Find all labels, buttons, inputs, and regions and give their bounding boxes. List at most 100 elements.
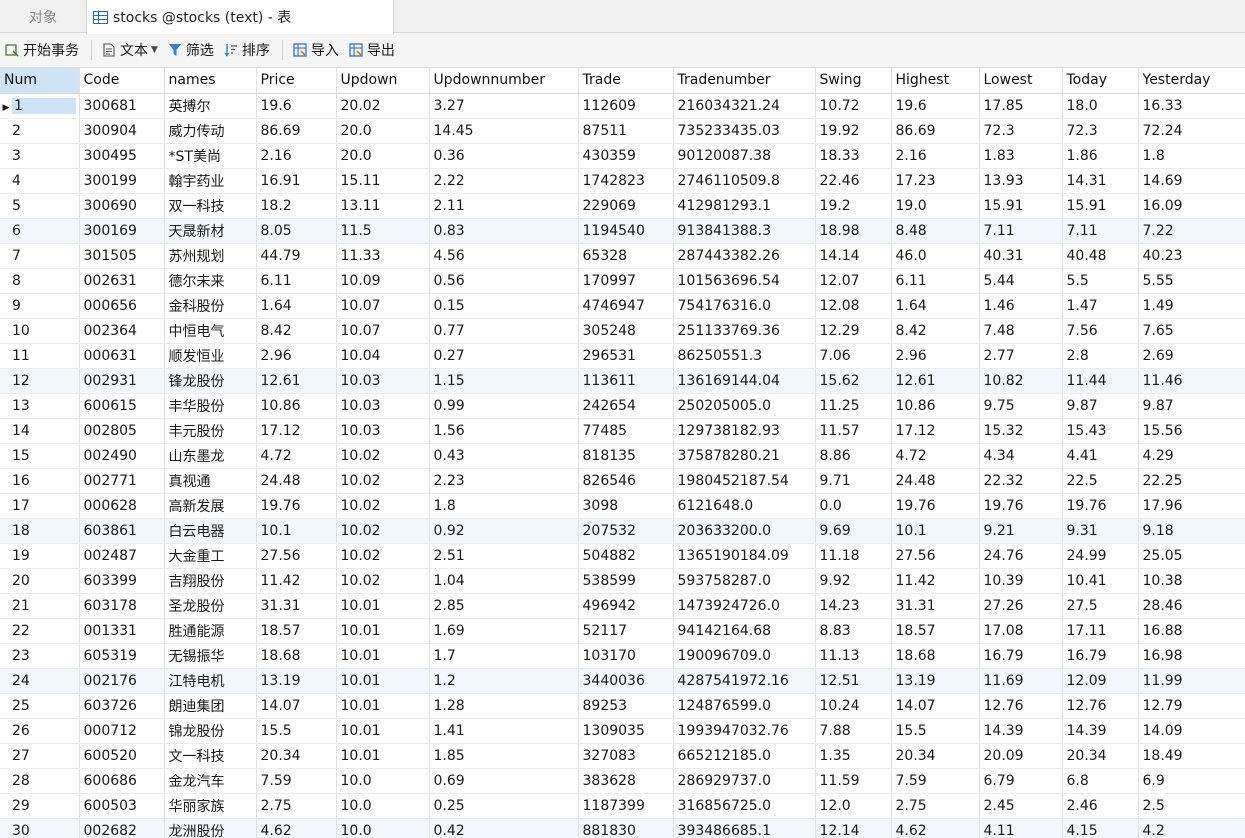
table-cell[interactable]: 7.88 <box>815 718 892 744</box>
table-cell[interactable]: 002631 <box>79 268 165 294</box>
begin-transaction-button[interactable]: 开始事务 <box>5 40 79 60</box>
table-cell[interactable]: 15 <box>0 443 80 469</box>
table-cell[interactable]: 12.61 <box>891 368 980 394</box>
table-cell[interactable]: 17.12 <box>256 418 337 444</box>
table-cell[interactable]: 10.03 <box>336 418 430 444</box>
table-cell[interactable]: 2.22 <box>429 168 579 194</box>
table-cell[interactable]: 4.72 <box>891 443 980 469</box>
table-cell[interactable]: 2.45 <box>979 793 1063 819</box>
table-row[interactable]: 13 600615 丰华股份 10.86 10.03 0.99 242654 25020500… <box>0 393 1245 419</box>
table-cell[interactable]: 1.35 <box>815 743 892 769</box>
table-cell[interactable]: 3098 <box>578 493 674 519</box>
table-cell[interactable]: 16.33 <box>1138 93 1245 119</box>
tab-objects[interactable]: 对象 <box>0 0 86 33</box>
table-cell[interactable]: 16.91 <box>256 168 337 194</box>
table-cell[interactable]: 136169144.04 <box>673 368 816 394</box>
table-cell[interactable]: 9.92 <box>815 568 892 594</box>
table-cell[interactable]: 4.15 <box>1062 818 1139 838</box>
table-cell[interactable]: 0.99 <box>429 393 579 419</box>
table-cell[interactable]: 22.32 <box>979 468 1063 494</box>
table-cell[interactable]: 1.28 <box>429 693 579 719</box>
table-cell[interactable]: 22.46 <box>815 168 892 194</box>
table-cell[interactable]: 9.71 <box>815 468 892 494</box>
table-cell[interactable]: 2.11 <box>429 193 579 219</box>
table-cell[interactable]: 12.61 <box>256 368 337 394</box>
table-cell[interactable]: 13.93 <box>979 168 1063 194</box>
table-cell[interactable]: 10.04 <box>336 343 430 369</box>
import-button[interactable]: 导入 <box>293 40 339 60</box>
table-cell[interactable]: 1.49 <box>1138 293 1245 319</box>
table-cell[interactable]: 22 <box>0 618 80 644</box>
data-grid[interactable]: Num Code names Price Updown Updownnumber Trade… <box>0 68 1245 838</box>
table-cell[interactable]: 16.09 <box>1138 193 1245 219</box>
table-cell[interactable]: 6.79 <box>979 768 1063 794</box>
column-header-tradenumber[interactable]: Tradenumber <box>673 68 816 94</box>
table-cell[interactable]: 10.01 <box>336 693 430 719</box>
table-cell[interactable]: 10.39 <box>979 568 1063 594</box>
table-cell[interactable]: 7.11 <box>979 218 1063 244</box>
table-cell[interactable]: 4.29 <box>1138 443 1245 469</box>
table-cell[interactable]: 12.29 <box>815 318 892 344</box>
table-cell[interactable]: 0.56 <box>429 268 579 294</box>
table-cell[interactable]: 10.1 <box>256 518 337 544</box>
table-cell[interactable]: 77485 <box>578 418 674 444</box>
table-cell[interactable]: 6.11 <box>256 268 337 294</box>
table-cell[interactable]: 1.2 <box>429 668 579 694</box>
table-cell[interactable]: 22.5 <box>1062 468 1139 494</box>
table-cell[interactable]: 8 <box>0 268 80 294</box>
table-cell[interactable]: 20.34 <box>1062 743 1139 769</box>
table-cell[interactable]: 1187399 <box>578 793 674 819</box>
table-cell[interactable]: 72.3 <box>979 118 1063 144</box>
table-cell[interactable]: 20.0 <box>336 143 430 169</box>
table-cell[interactable]: 20.09 <box>979 743 1063 769</box>
table-cell[interactable]: 18.98 <box>815 218 892 244</box>
column-header-num[interactable]: Num <box>0 68 80 94</box>
column-header-updownnumber[interactable]: Updownnumber <box>429 68 579 94</box>
table-cell[interactable]: 4.56 <box>429 243 579 269</box>
table-cell[interactable]: 14.14 <box>815 243 892 269</box>
table-cell[interactable]: 7.11 <box>1062 218 1139 244</box>
table-cell[interactable]: 4.62 <box>891 818 980 838</box>
table-row[interactable]: 28 600686 金龙汽车 7.59 10.0 0.69 383628 286929737.… <box>0 768 1245 794</box>
table-cell[interactable]: 375878280.21 <box>673 443 816 469</box>
table-cell[interactable]: 11.25 <box>815 393 892 419</box>
table-row[interactable]: 17 000628 高新发展 19.76 10.02 1.8 3098 6121648.0 0.… <box>0 493 1245 519</box>
table-row[interactable]: 9 000656 金科股份 1.64 10.07 0.15 4746947 754176316… <box>0 293 1245 319</box>
table-cell[interactable]: 德尔未来 <box>164 268 257 294</box>
table-cell[interactable]: 10.01 <box>336 743 430 769</box>
table-cell[interactable]: 002931 <box>79 368 165 394</box>
table-cell[interactable]: 300681 <box>79 93 165 119</box>
table-cell[interactable]: 19.76 <box>891 493 980 519</box>
table-cell[interactable]: 10 <box>0 318 80 344</box>
table-cell[interactable]: 16.88 <box>1138 618 1245 644</box>
table-cell[interactable]: 286929737.0 <box>673 768 816 794</box>
table-cell[interactable]: 11.42 <box>891 568 980 594</box>
table-cell[interactable]: 丰元股份 <box>164 418 257 444</box>
table-row[interactable]: 4 300199 翰宇药业 16.91 15.11 2.22 1742823 27461105… <box>0 168 1245 194</box>
table-cell[interactable]: 0.15 <box>429 293 579 319</box>
table-cell[interactable]: 15.62 <box>815 368 892 394</box>
table-cell[interactable]: 000628 <box>79 493 165 519</box>
table-cell[interactable]: 9.21 <box>979 518 1063 544</box>
table-cell[interactable]: 13.11 <box>336 193 430 219</box>
table-cell[interactable]: 1993947032.76 <box>673 718 816 744</box>
table-cell[interactable]: 216034321.24 <box>673 93 816 119</box>
column-header-yesterday[interactable]: Yesterday <box>1138 68 1245 94</box>
table-cell[interactable]: ▶ 1 <box>0 93 80 119</box>
table-cell[interactable]: 1.15 <box>429 368 579 394</box>
table-cell[interactable]: 300904 <box>79 118 165 144</box>
table-cell[interactable]: 31.31 <box>256 593 337 619</box>
table-cell[interactable]: 1.85 <box>429 743 579 769</box>
table-cell[interactable]: 383628 <box>578 768 674 794</box>
table-cell[interactable]: 1.46 <box>979 293 1063 319</box>
table-cell[interactable]: 龙洲股份 <box>164 818 257 838</box>
table-cell[interactable]: 2.16 <box>256 143 337 169</box>
table-cell[interactable]: 11.69 <box>979 668 1063 694</box>
table-cell[interactable]: 14.07 <box>891 693 980 719</box>
table-cell[interactable]: 28.46 <box>1138 593 1245 619</box>
table-cell[interactable]: 30 <box>0 818 80 838</box>
table-cell[interactable]: 15.91 <box>979 193 1063 219</box>
table-cell[interactable]: 754176316.0 <box>673 293 816 319</box>
table-cell[interactable]: 16.79 <box>1062 643 1139 669</box>
table-cell[interactable]: 10.02 <box>336 518 430 544</box>
